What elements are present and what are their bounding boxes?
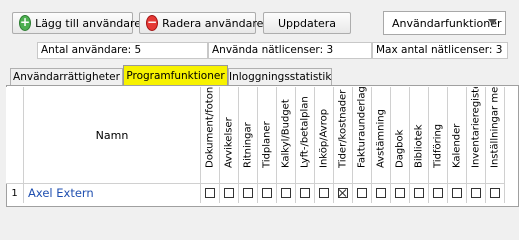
permission-cell [277,184,296,203]
permission-checkbox[interactable] [357,188,367,198]
column-header-label: Avvikelser [223,117,235,168]
update-button[interactable]: Uppdatera [263,12,351,34]
row-number-header [6,87,24,184]
user-name[interactable]: Axel Extern [24,184,201,203]
add-user-button[interactable]: + Lägg till användare [12,12,141,34]
remove-user-label: Radera användare [162,16,264,30]
column-header-label: Inställningar meny [489,87,501,168]
column-header[interactable]: Dokument/foton [201,87,220,184]
permission-checkbox[interactable] [490,188,500,198]
permission-checkbox[interactable] [300,188,310,198]
user-count: Antal användare: 5 [37,42,208,59]
permission-checkbox[interactable] [262,188,272,198]
column-header-label: Tider/kostnader [337,89,349,168]
column-header-label: Dokument/foton [204,87,216,168]
tab-user-rights[interactable]: Användarrättigheter [10,68,123,86]
column-header[interactable]: Inventarieregister [467,87,486,184]
add-user-label: Lägg till användare [35,16,142,30]
row-number: 1 [6,184,24,203]
column-header-label: Ritningar [242,122,254,168]
permission-cell [429,184,448,203]
column-header-label: Inköp/Avrop [318,108,330,168]
permission-cell [258,184,277,203]
permission-cell [467,184,486,203]
permission-checkbox[interactable] [224,188,234,198]
chevron-down-icon [488,19,497,25]
permission-checkbox[interactable] [471,188,481,198]
permission-cell [486,184,505,203]
column-header-label: Kalkyl/Budget [280,99,292,168]
update-label: Uppdatera [277,16,337,30]
tab-program-functions[interactable]: Programfunktioner [123,65,228,87]
column-header-label: Avstämning [375,109,387,168]
column-header[interactable]: Fakturaunderlag [353,87,372,184]
permission-checkbox[interactable] [338,188,348,198]
permission-cell [353,184,372,203]
permission-cell [296,184,315,203]
permission-cell [334,184,353,203]
permissions-grid: Namn Dokument/foton Avvikelser Ritningar Ti… [6,87,519,207]
column-header[interactable]: Bibliotek [410,87,429,184]
user-functions-dropdown[interactable]: Användarfunktioner [383,11,506,35]
permission-checkbox[interactable] [376,188,386,198]
permission-checkbox[interactable] [281,188,291,198]
column-header[interactable]: Tidplaner [258,87,277,184]
permission-checkbox[interactable] [433,188,443,198]
column-header-label: Lyft-/betalplan [299,96,311,168]
permission-checkbox[interactable] [205,188,215,198]
column-header[interactable]: Inställningar meny [486,87,505,184]
name-column-header[interactable]: Namn [24,87,201,184]
permission-cell [372,184,391,203]
column-header[interactable]: Kalkyl/Budget [277,87,296,184]
dropdown-label: Användarfunktioner [392,16,502,30]
column-header[interactable]: Lyft-/betalplan [296,87,315,184]
permission-cell [239,184,258,203]
permission-cell [201,184,220,203]
permission-checkbox[interactable] [414,188,424,198]
permission-checkbox[interactable] [395,188,405,198]
name-header-label: Namn [95,128,129,142]
permission-cell [220,184,239,203]
column-header[interactable]: Inköp/Avrop [315,87,334,184]
column-header[interactable]: Tidföring [429,87,448,184]
permission-cell [391,184,410,203]
permission-checkbox[interactable] [243,188,253,198]
column-header-label: Dagbok [394,129,406,168]
permission-checkbox[interactable] [319,188,329,198]
used-licenses: Använda nätlicenser: 3 [208,42,372,59]
column-header[interactable]: Dagbok [391,87,410,184]
column-header-label: Tidplaner [261,121,273,168]
remove-user-button[interactable]: − Radera användare [139,12,263,34]
permission-cell [410,184,429,203]
permission-cell [448,184,467,203]
column-header[interactable]: Avvikelser [220,87,239,184]
column-header-label: Fakturaunderlag [356,87,368,168]
column-header[interactable]: Kalender [448,87,467,184]
permission-checkbox[interactable] [452,188,462,198]
column-header[interactable]: Avstämning [372,87,391,184]
column-header-label: Tidföring [432,123,444,168]
column-header[interactable]: Tider/kostnader [334,87,353,184]
max-licenses: Max antal nätlicenser: 3 [372,42,508,59]
column-header-label: Kalender [451,123,463,168]
column-header-label: Inventarieregister [470,87,482,168]
table-row[interactable]: 1 Axel Extern [6,184,519,203]
column-header-label: Bibliotek [413,124,425,168]
permission-cell [315,184,334,203]
minus-circle-icon: − [146,15,159,31]
tab-login-statistics[interactable]: Inloggningsstatistik [228,68,332,86]
plus-circle-icon: + [19,15,32,31]
column-header[interactable]: Ritningar [239,87,258,184]
